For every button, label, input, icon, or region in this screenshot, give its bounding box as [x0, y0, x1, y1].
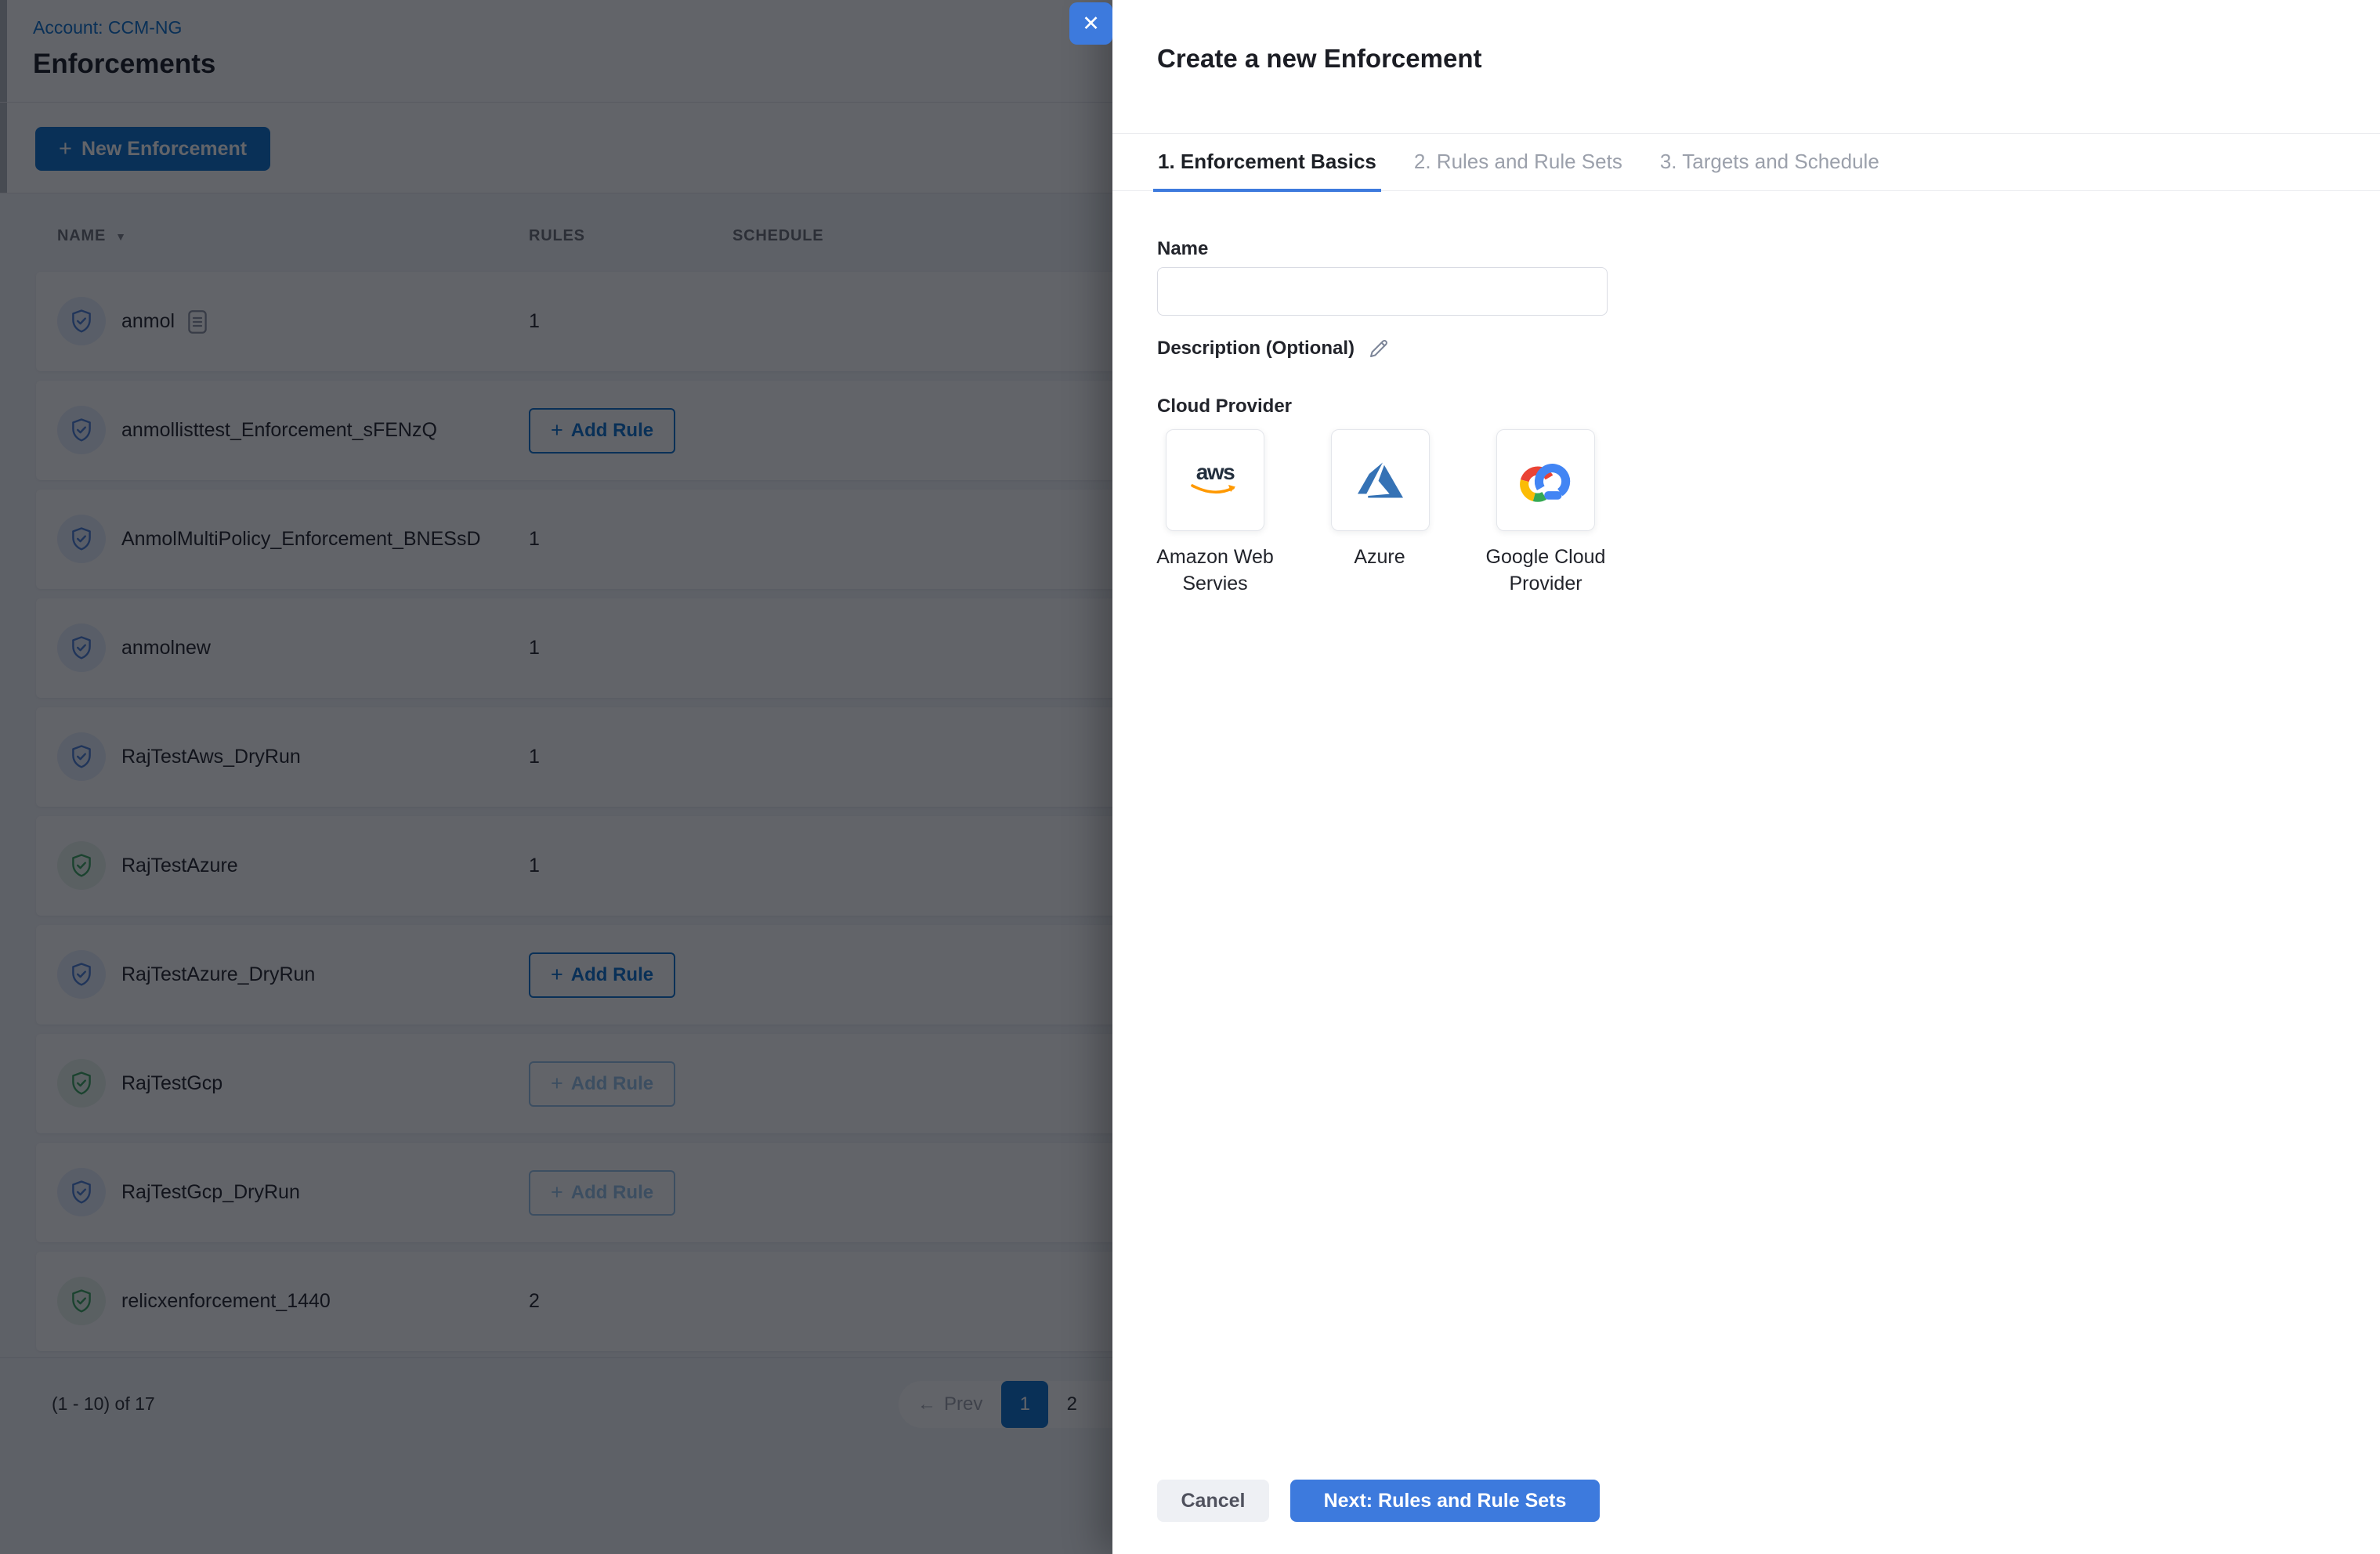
tab-rules-and-rule-sets[interactable]: 2. Rules and Rule Sets — [1409, 134, 1627, 192]
provider-label-aws: Amazon Web Servies — [1156, 546, 1274, 594]
close-icon: ✕ — [1082, 11, 1100, 35]
gcp-logo-icon — [1520, 464, 1571, 502]
wizard-tabs: 1. Enforcement Basics 2. Rules and Rule … — [1112, 133, 2380, 192]
create-enforcement-drawer: ✕ Create a new Enforcement 1. Enforcemen… — [1069, 0, 2380, 1554]
close-button[interactable]: ✕ — [1069, 2, 1112, 45]
provider-card-gcp[interactable] — [1496, 429, 1595, 531]
enforcements-app: Account: CCM-NG Enforcements + New Enfor… — [0, 0, 2380, 1554]
provider-card-azure[interactable] — [1331, 429, 1430, 531]
drawer-title: Create a new Enforcement — [1157, 44, 1482, 73]
name-input[interactable] — [1157, 267, 1608, 316]
provider-card-aws[interactable]: aws — [1166, 429, 1264, 531]
cancel-button[interactable]: Cancel — [1157, 1480, 1269, 1522]
aws-logo-icon: aws — [1188, 461, 1242, 499]
edit-pencil-icon[interactable] — [1367, 337, 1391, 360]
next-button[interactable]: Next: Rules and Rule Sets — [1290, 1480, 1600, 1522]
azure-logo-icon — [1358, 462, 1403, 498]
tab-targets-and-schedule[interactable]: 3. Targets and Schedule — [1655, 134, 1884, 192]
provider-label-azure: Azure — [1354, 546, 1405, 568]
provider-label-gcp: Google Cloud Provider — [1485, 546, 1606, 594]
name-label: Name — [1157, 238, 1209, 259]
tab-enforcement-basics[interactable]: 1. Enforcement Basics — [1153, 134, 1381, 192]
cloud-provider-label: Cloud Provider — [1157, 396, 1293, 417]
description-label: Description (Optional) — [1157, 337, 1391, 360]
